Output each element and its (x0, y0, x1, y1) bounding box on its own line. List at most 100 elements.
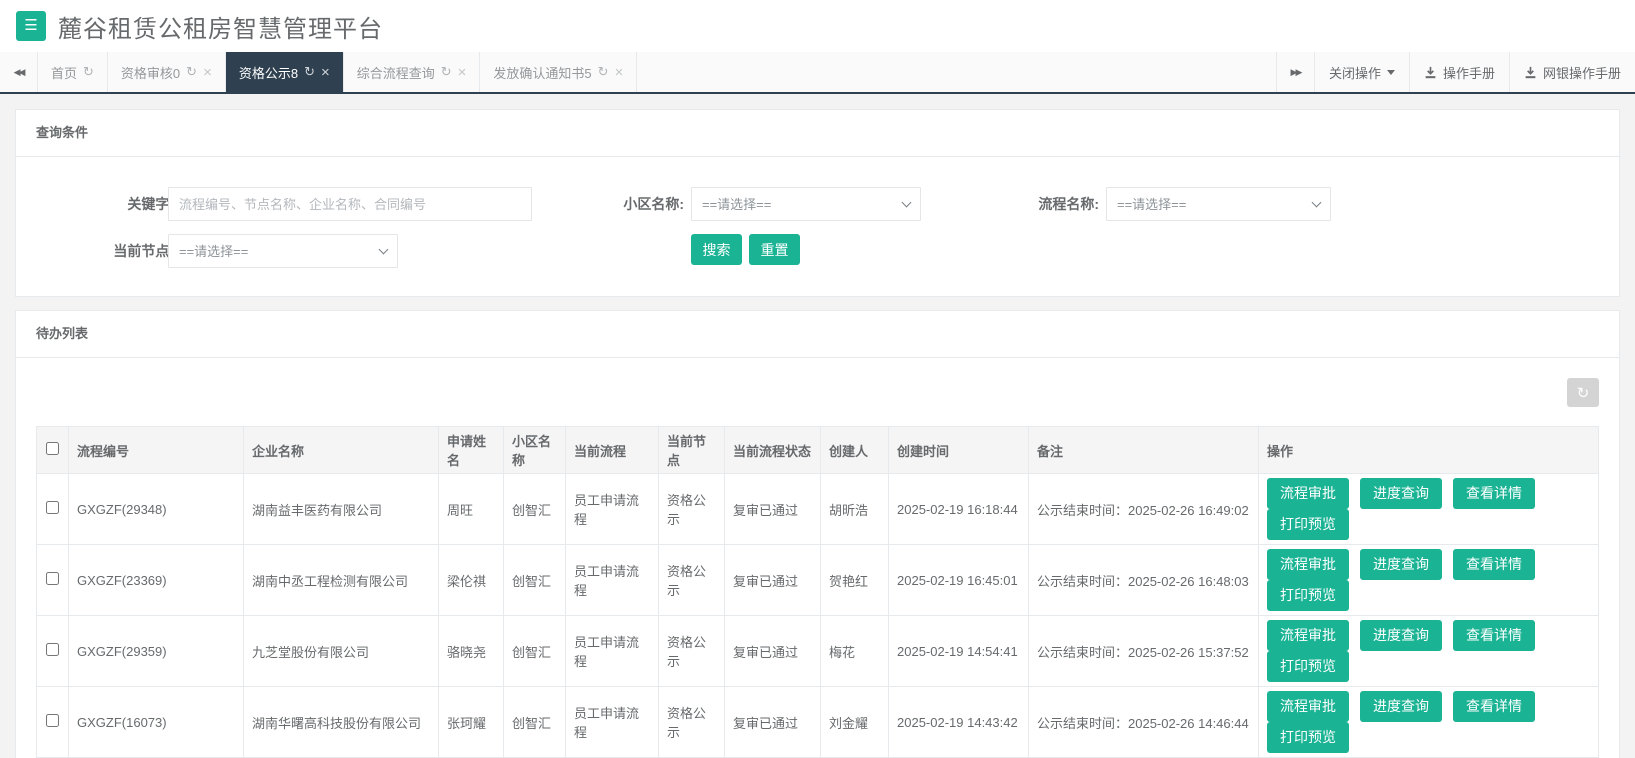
cell-applicant: 周旺 (439, 474, 504, 545)
column-header: 流程编号 (69, 427, 244, 474)
top-header: ☰ 麓谷租赁公租房智慧管理平台 (0, 0, 1635, 52)
tab-2[interactable]: 资格审核0↻× (108, 52, 226, 92)
cell-created: 2025-02-19 16:18:44 (889, 474, 1029, 545)
cell-flow: 员工申请流程 (566, 545, 659, 616)
bank-manual-download-button[interactable]: 网银操作手册 (1509, 52, 1635, 92)
flow-select-wrap: ==请选择== (1106, 187, 1331, 221)
column-header: 当前流程 (566, 427, 659, 474)
cell-created: 2025-02-19 14:54:41 (889, 616, 1029, 687)
column-header: 创建时间 (889, 427, 1029, 474)
row-checkbox[interactable] (46, 501, 59, 514)
row-checkbox[interactable] (46, 714, 59, 727)
row-select-cell (37, 474, 69, 545)
action-button-2[interactable]: 进度查询 (1360, 478, 1442, 509)
tab-close-icon[interactable]: × (615, 64, 624, 81)
tab-refresh-icon[interactable]: ↻ (186, 64, 197, 80)
manual-download-button[interactable]: 操作手册 (1409, 52, 1509, 92)
cell-community: 创智汇 (504, 474, 566, 545)
action-button-3[interactable]: 查看详情 (1453, 620, 1535, 651)
cell-node: 资格公示 (659, 474, 725, 545)
scroll-tabs-right-button[interactable]: ▶▶ (1276, 52, 1314, 92)
tab-5[interactable]: 发放确认通知书5↻× (480, 52, 637, 92)
action-button-4[interactable]: 打印预览 (1267, 509, 1349, 540)
cell-applicant: 骆晓尧 (439, 616, 504, 687)
action-button-1[interactable]: 流程审批 (1267, 549, 1349, 580)
cell-status: 复审已通过 (725, 474, 821, 545)
search-button[interactable]: 搜索 (691, 234, 742, 265)
action-button-3[interactable]: 查看详情 (1453, 691, 1535, 722)
tab-refresh-icon[interactable]: ↻ (598, 64, 609, 80)
community-select[interactable]: ==请选择== (691, 187, 921, 221)
action-button-2[interactable]: 进度查询 (1360, 691, 1442, 722)
row-checkbox[interactable] (46, 643, 59, 656)
column-header: 当前节点 (659, 427, 725, 474)
double-chevron-left-icon: ◀◀ (14, 67, 24, 78)
tab-label: 首页 (51, 63, 77, 82)
cell-node: 资格公示 (659, 545, 725, 616)
action-button-4[interactable]: 打印预览 (1267, 651, 1349, 682)
select-all-checkbox[interactable] (46, 442, 59, 455)
tab-refresh-icon[interactable]: ↻ (304, 64, 315, 80)
action-button-4[interactable]: 打印预览 (1267, 722, 1349, 753)
caret-down-icon (1387, 70, 1395, 75)
action-button-2[interactable]: 进度查询 (1360, 549, 1442, 580)
reset-button[interactable]: 重置 (749, 234, 800, 265)
action-button-1[interactable]: 流程审批 (1267, 620, 1349, 651)
table-row: GXGZF(23369)湖南中丞工程检测有限公司梁伦祺创智汇员工申请流程资格公示… (37, 545, 1599, 616)
tab-4[interactable]: 综合流程查询↻× (344, 52, 481, 92)
node-select[interactable]: ==请选择== (168, 234, 398, 268)
bank-manual-label: 网银操作手册 (1543, 63, 1621, 82)
tab-refresh-icon[interactable]: ↻ (441, 64, 452, 80)
tab-1[interactable]: 首页 ↻ (38, 52, 108, 92)
column-header: 当前流程状态 (725, 427, 821, 474)
cell-status: 复审已通过 (725, 545, 821, 616)
cell-node: 资格公示 (659, 616, 725, 687)
grid-refresh-button[interactable]: ↻ (1567, 378, 1599, 407)
cell-actions: 流程审批进度查询查看详情打印预览 (1259, 616, 1599, 687)
flow-name-label: 流程名称: (999, 187, 1099, 221)
tab-bar-right-controls: ▶▶ 关闭操作 操作手册 网银操作手册 (1276, 52, 1635, 92)
todo-panel: 待办列表 ↻ 流程编号企业名称申请姓名小区名称当前流程当前节点当前流程状态创建人… (15, 310, 1620, 758)
cell-creator: 刘金耀 (821, 687, 889, 758)
menu-toggle-button[interactable]: ☰ (16, 11, 46, 41)
tab-close-icon[interactable]: × (458, 64, 467, 81)
column-header: 小区名称 (504, 427, 566, 474)
app-title: 麓谷租赁公租房智慧管理平台 (58, 9, 383, 44)
column-header: 企业名称 (244, 427, 439, 474)
action-button-4[interactable]: 打印预览 (1267, 580, 1349, 611)
action-button-1[interactable]: 流程审批 (1267, 691, 1349, 722)
cell-remark: 公示结束时间：2025-02-26 15:37:52 (1029, 616, 1259, 687)
scroll-tabs-left-button[interactable]: ◀◀ (0, 52, 38, 92)
close-operations-dropdown[interactable]: 关闭操作 (1314, 52, 1409, 92)
cell-company: 九芝堂股份有限公司 (244, 616, 439, 687)
tab-label: 资格公示8 (239, 63, 298, 82)
current-node-label: 当前节点: (36, 234, 174, 268)
tab-close-icon[interactable]: × (203, 64, 212, 81)
action-button-3[interactable]: 查看详情 (1453, 478, 1535, 509)
download-icon (1524, 66, 1537, 79)
table-row: GXGZF(16073)湖南华曙高科技股份有限公司张珂耀创智汇员工申请流程资格公… (37, 687, 1599, 758)
tab-refresh-icon[interactable]: ↻ (83, 64, 94, 80)
cell-company: 湖南华曙高科技股份有限公司 (244, 687, 439, 758)
table-header-row: 流程编号企业名称申请姓名小区名称当前流程当前节点当前流程状态创建人创建时间备注操… (37, 427, 1599, 474)
cell-applicant: 梁伦祺 (439, 545, 504, 616)
cell-status: 复审已通过 (725, 687, 821, 758)
query-panel: 查询条件 关键字: 小区名称: ==请选择== 流程名称: ==请选择== 当前… (15, 109, 1620, 297)
cell-actions: 流程审批进度查询查看详情打印预览 (1259, 545, 1599, 616)
action-button-1[interactable]: 流程审批 (1267, 478, 1349, 509)
column-header: 操作 (1259, 427, 1599, 474)
cell-community: 创智汇 (504, 545, 566, 616)
row-checkbox[interactable] (46, 572, 59, 585)
cell-code: GXGZF(16073) (69, 687, 244, 758)
tab-close-icon[interactable]: × (321, 64, 330, 81)
keyword-input[interactable] (168, 187, 532, 221)
action-button-2[interactable]: 进度查询 (1360, 620, 1442, 651)
cell-remark: 公示结束时间：2025-02-26 14:46:44 (1029, 687, 1259, 758)
cell-creator: 贺艳红 (821, 545, 889, 616)
cell-flow: 员工申请流程 (566, 616, 659, 687)
tab-3[interactable]: 资格公示8 ↻ × (226, 52, 344, 92)
hamburger-icon: ☰ (24, 17, 37, 34)
flow-select[interactable]: ==请选择== (1106, 187, 1331, 221)
todo-table: 流程编号企业名称申请姓名小区名称当前流程当前节点当前流程状态创建人创建时间备注操… (36, 426, 1599, 758)
action-button-3[interactable]: 查看详情 (1453, 549, 1535, 580)
